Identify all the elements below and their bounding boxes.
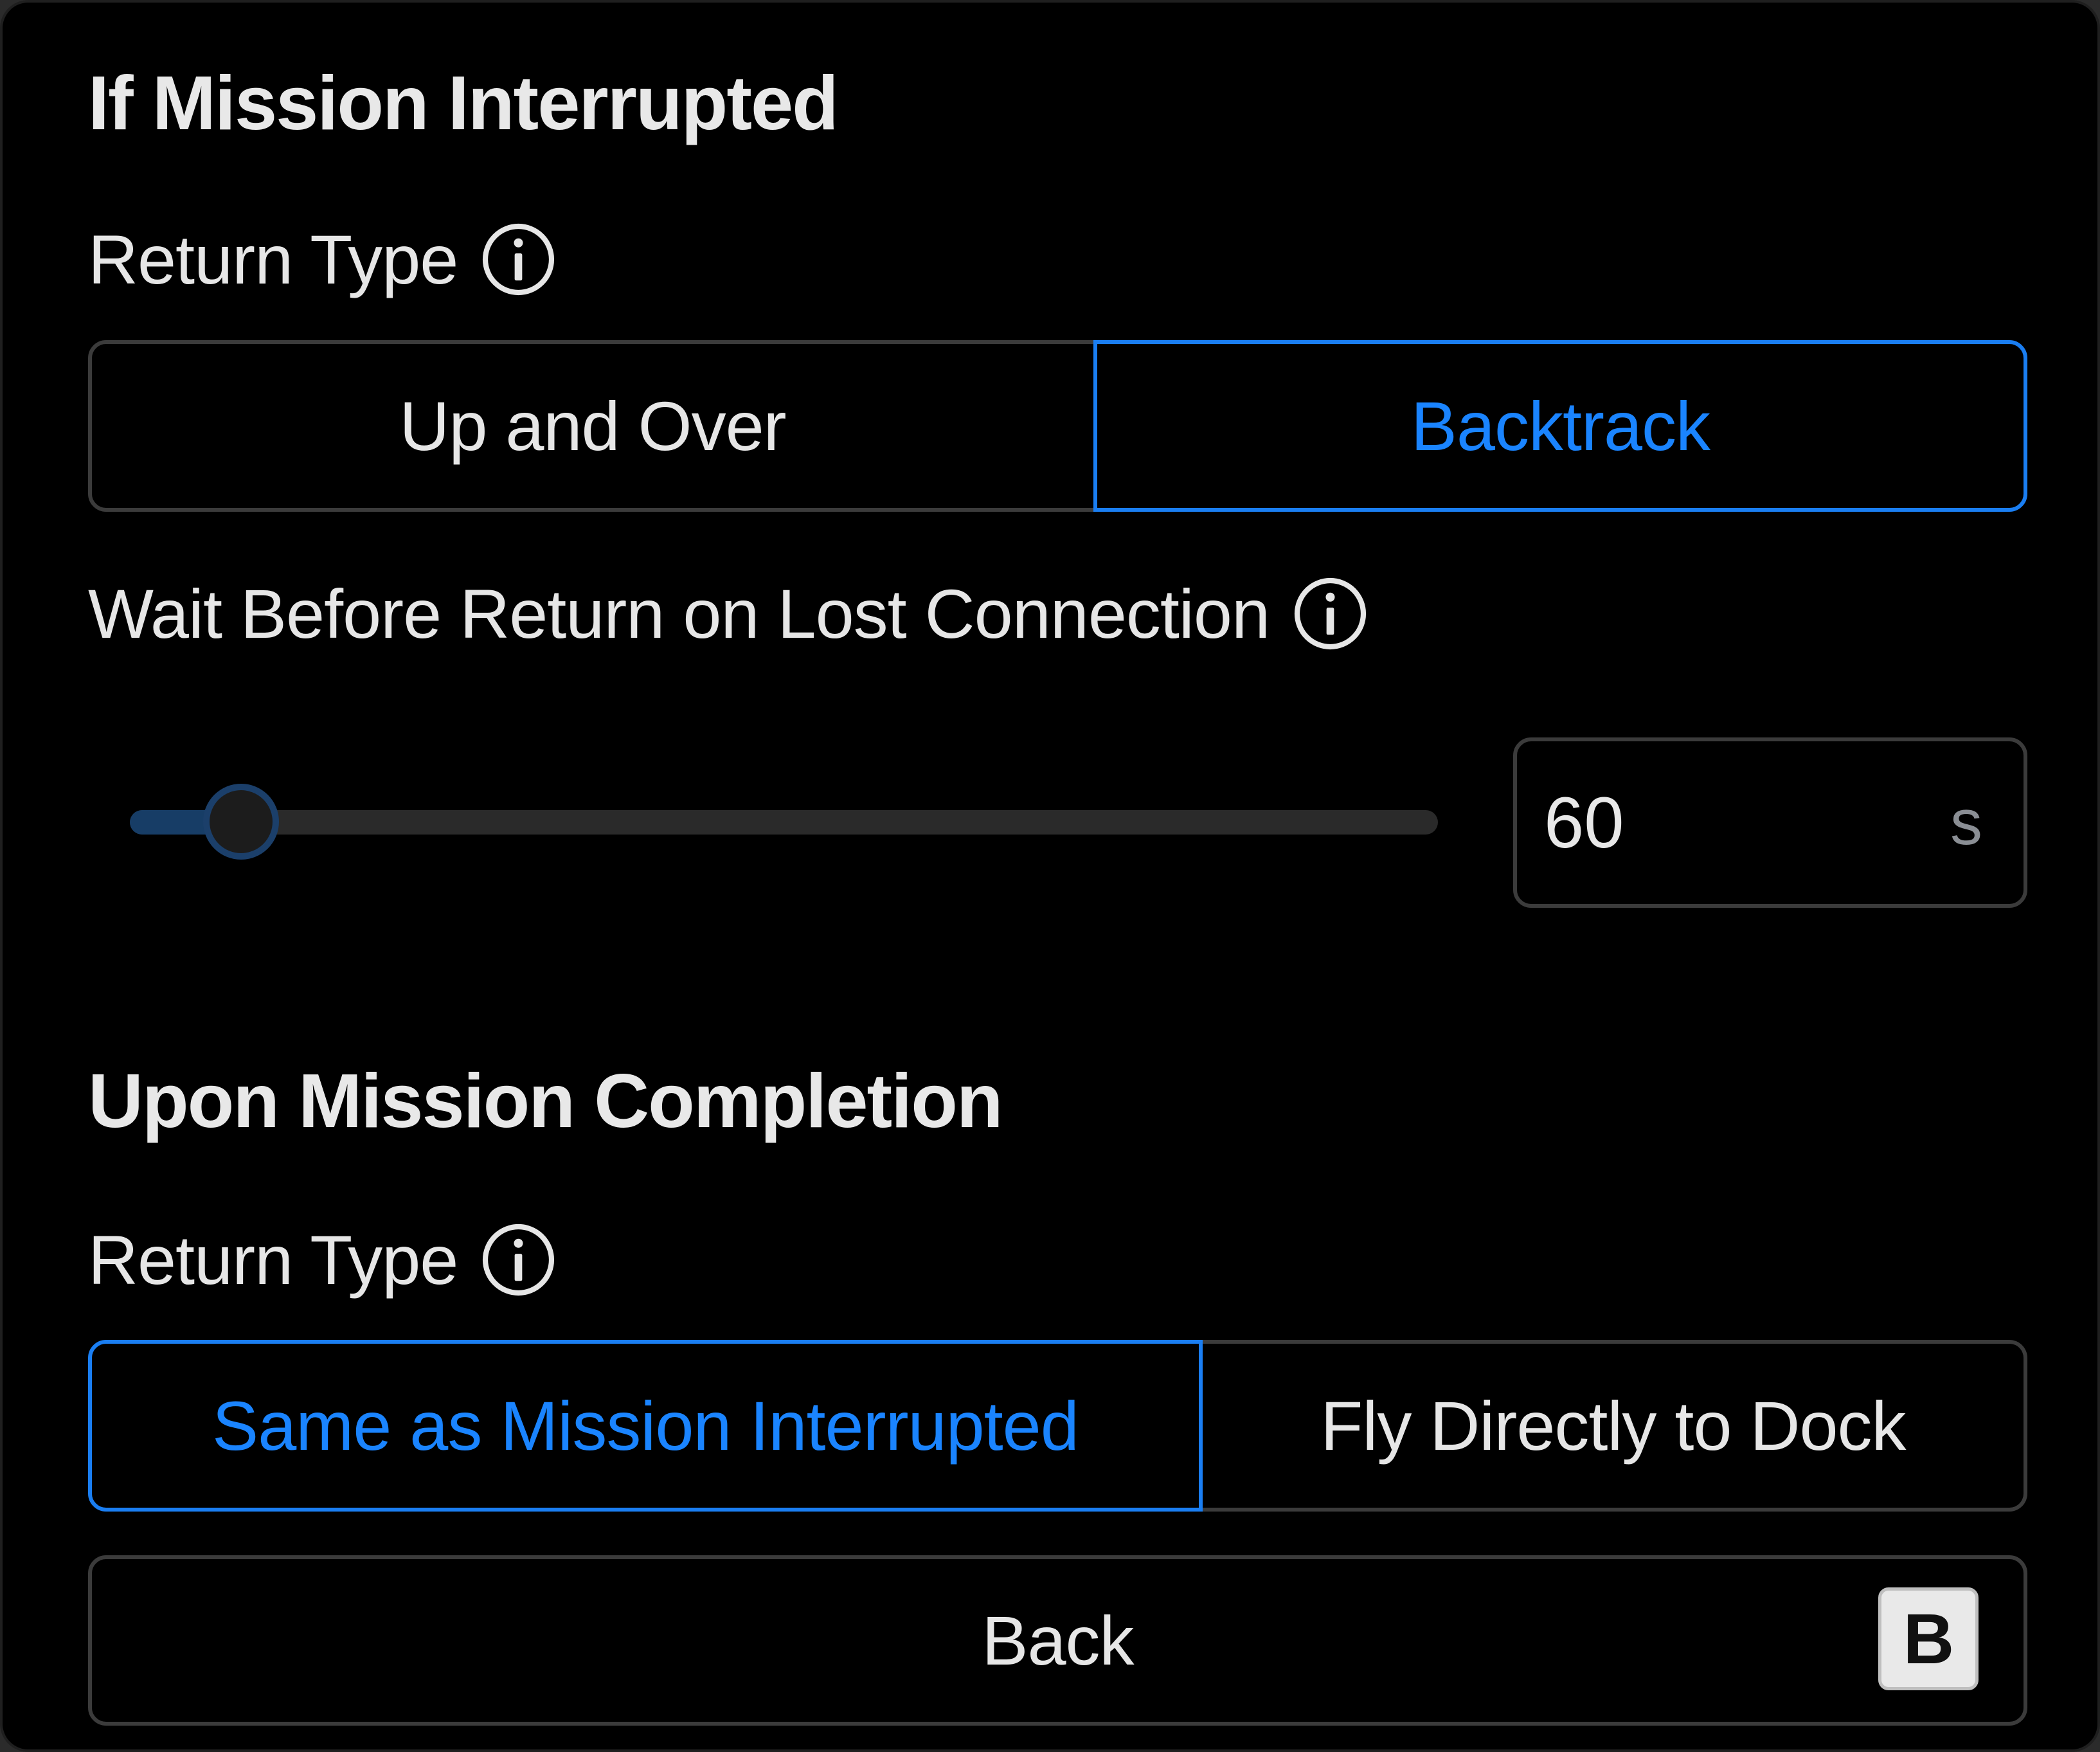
wait-before-return-label: Wait Before Return on Lost Connection (88, 573, 1368, 654)
interrupted-section-title: If Mission Interrupted (88, 60, 839, 146)
interrupted-return-type-label: Return Type (88, 219, 556, 300)
info-icon[interactable] (481, 222, 556, 297)
info-icon[interactable] (1293, 576, 1368, 651)
backtrack-option[interactable]: Backtrack (1093, 340, 2027, 512)
completion-return-type-label: Return Type (88, 1220, 556, 1300)
interrupted-return-type-segmented: Up and Over Backtrack (88, 340, 2027, 512)
completion-section-title: Upon Mission Completion (88, 1058, 1003, 1144)
wait-seconds-unit: s (1950, 786, 1982, 858)
info-icon[interactable] (481, 1222, 556, 1297)
interrupted-return-type-label-text: Return Type (88, 221, 458, 298)
up-and-over-option[interactable]: Up and Over (88, 340, 1097, 512)
completion-return-type-label-text: Return Type (88, 1221, 458, 1299)
keyboard-shortcut-badge: B (1878, 1587, 1979, 1690)
back-button-label: Back (982, 1602, 1134, 1679)
wait-seconds-input[interactable]: 60 s (1513, 737, 2027, 908)
completion-return-type-segmented: Same as Mission Interrupted Fly Directly… (88, 1340, 2027, 1512)
fly-directly-to-dock-option[interactable]: Fly Directly to Dock (1203, 1340, 2027, 1512)
return-settings-panel: If Mission Interrupted Return Type Up an… (0, 0, 2100, 1752)
same-as-interrupted-option[interactable]: Same as Mission Interrupted (88, 1340, 1203, 1512)
back-button[interactable]: Back B (88, 1555, 2027, 1726)
wait-seconds-value[interactable]: 60 (1544, 781, 1950, 864)
wait-slider-thumb[interactable] (202, 784, 279, 860)
wait-before-return-label-text: Wait Before Return on Lost Connection (88, 575, 1270, 653)
wait-slider-track[interactable] (130, 810, 1438, 835)
